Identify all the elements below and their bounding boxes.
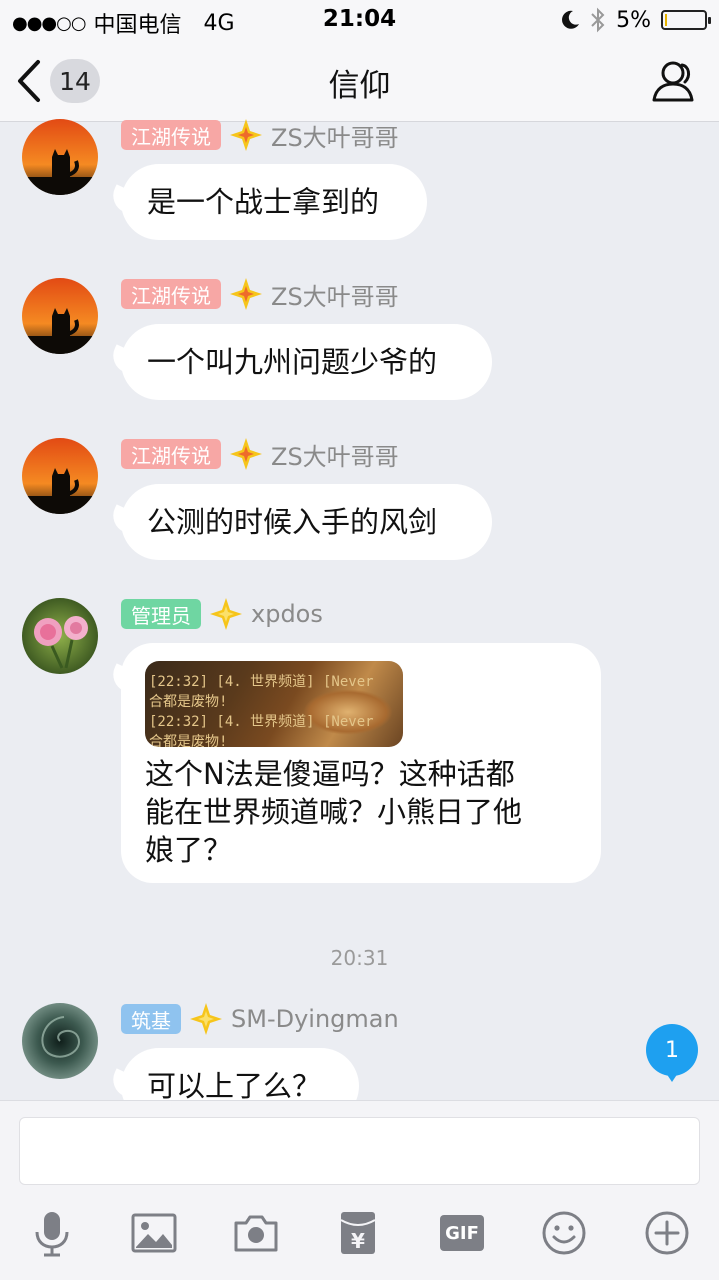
page-title: 信仰: [328, 68, 391, 104]
sender-name[interactable]: SM-Dyingman: [231, 1005, 399, 1033]
microphone-icon[interactable]: [28, 1209, 76, 1257]
member-title-tag: 江湖传说: [121, 279, 221, 309]
sender-name[interactable]: ZS大叶哥哥: [271, 437, 399, 472]
message-text-line: 能在世界频道喊？小熊日了他: [145, 795, 523, 829]
game-screenshot-image[interactable]: [22:32] [4. 世界频道] [Never 合都是废物! [22:32] …: [145, 661, 403, 747]
new-message-count-badge[interactable]: 1: [646, 1024, 698, 1082]
red-packet-symbol: ¥: [351, 1229, 365, 1253]
battery-icon: [661, 10, 711, 30]
message-text-line: 这个N法是傻逼吗？这种话都: [145, 757, 515, 791]
moon-icon: [562, 10, 580, 29]
message-bubble[interactable]: 公测的时候入手的风剑: [107, 484, 492, 560]
camera-icon[interactable]: [232, 1209, 280, 1257]
image-icon[interactable]: [130, 1209, 178, 1257]
status-bar: ●●●○○ 中国电信 4G 21:04 5%: [0, 0, 719, 40]
compose-toolbar: ¥ GIF: [0, 1209, 719, 1265]
sender-name[interactable]: xpdos: [251, 600, 323, 628]
avatar[interactable]: [22, 598, 98, 674]
emoji-icon[interactable]: [540, 1209, 588, 1257]
level-star-icon: [190, 1003, 222, 1035]
level-star-icon: [230, 278, 262, 310]
avatar[interactable]: [22, 438, 98, 514]
message-text: 一个叫九州问题少爷的: [147, 345, 438, 379]
nav-bar: 14 信仰: [0, 40, 719, 122]
time-divider: 20:31: [330, 946, 389, 970]
compose-area: ¥ GIF: [0, 1100, 719, 1280]
avatar[interactable]: [22, 119, 98, 195]
image-caption-line: 合都是废物!: [149, 734, 228, 747]
battery-percent: 5%: [616, 7, 651, 33]
level-star-icon: [230, 438, 262, 470]
member-title-tag: 管理员: [121, 599, 201, 629]
bluetooth-icon: [591, 7, 605, 33]
sender-name[interactable]: ZS大叶哥哥: [271, 118, 399, 153]
member-title-tag: 江湖传说: [121, 120, 221, 150]
message-text: 公测的时候入手的风剑: [147, 505, 438, 539]
sender-name[interactable]: ZS大叶哥哥: [271, 277, 399, 312]
gif-label: GIF: [440, 1215, 484, 1251]
red-packet-icon[interactable]: ¥: [334, 1209, 382, 1257]
group-members-icon[interactable]: [649, 56, 699, 106]
member-title-tag: 筑基: [121, 1004, 181, 1034]
message-text-line: 娘了？: [145, 833, 233, 867]
level-star-icon: [230, 119, 262, 151]
message-bubble[interactable]: 一个叫九州问题少爷的: [107, 324, 492, 400]
gif-icon[interactable]: GIF: [438, 1209, 486, 1257]
plus-icon[interactable]: [643, 1209, 691, 1257]
message-bubble[interactable]: 是一个战士拿到的: [107, 164, 427, 240]
message-bubble[interactable]: [22:32] [4. 世界频道] [Never 合都是废物! [22:32] …: [107, 643, 601, 883]
avatar[interactable]: [22, 1003, 98, 1079]
member-title-tag: 江湖传说: [121, 439, 221, 469]
avatar[interactable]: [22, 278, 98, 354]
message-text: 是一个战士拿到的: [147, 185, 380, 219]
message-input[interactable]: [19, 1117, 700, 1185]
level-star-icon: [210, 598, 242, 630]
